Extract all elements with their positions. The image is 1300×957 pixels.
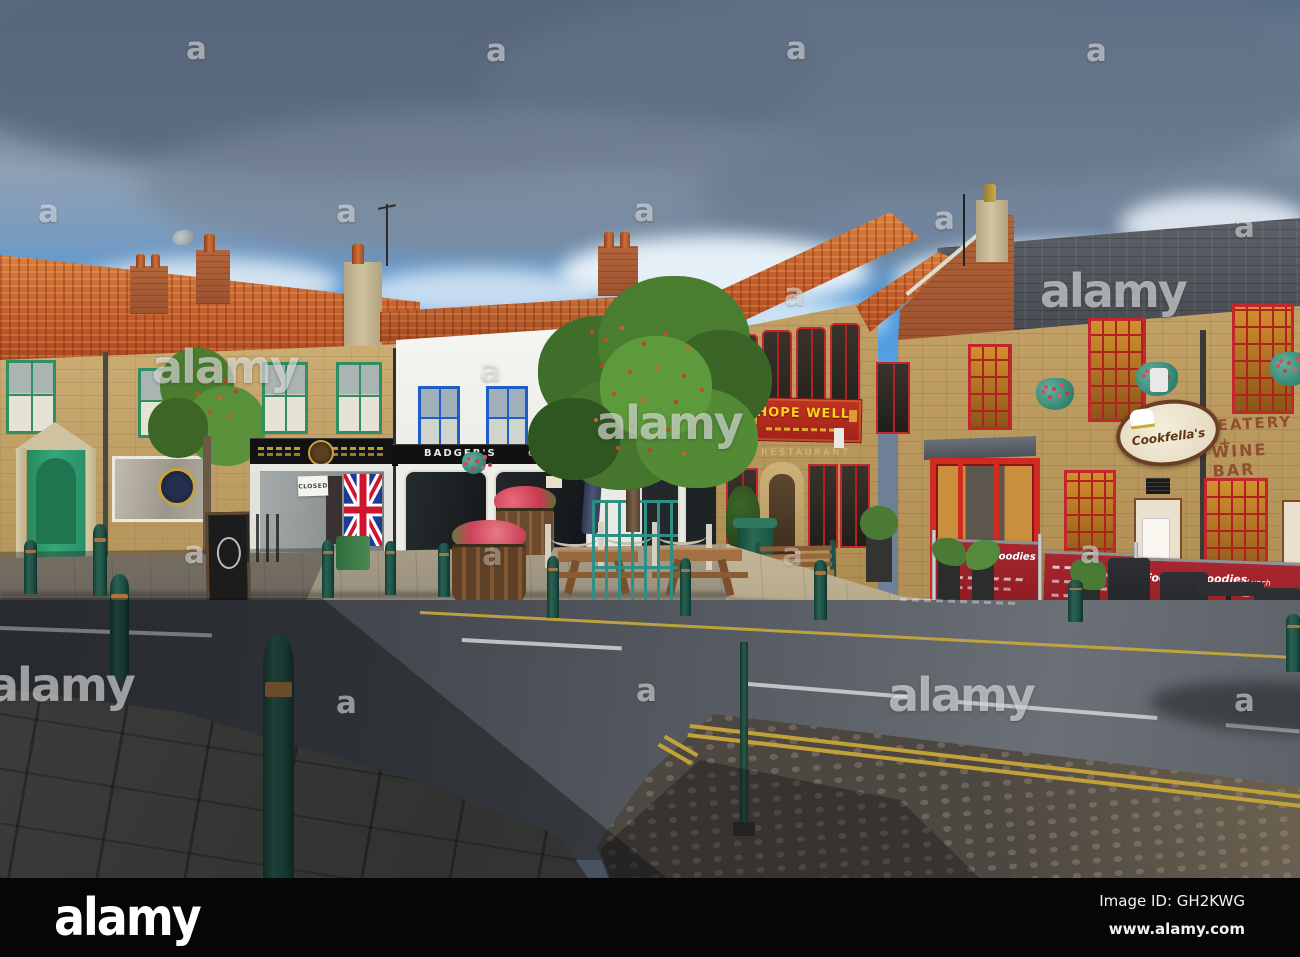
cookfellas-upper-window [968,344,1012,430]
watermark-tile: a [1234,683,1255,719]
watermark-tile: a [336,685,357,721]
bollard [438,543,450,597]
watermark-tile: a [184,535,205,571]
watermark-tile: a [634,193,655,229]
stock-photo-street-scene: CLOSED BADGER'S 678504 HOPE WELL RESTAUR… [0,0,1300,957]
round-brewery-sign [158,468,196,506]
chimney [344,262,382,348]
watermark-tile: a [784,277,805,313]
planter-shrub [860,506,898,540]
cookfellas-upper-window [876,362,910,434]
chimney-pot [352,244,364,264]
watermark-tile: a [1080,535,1101,571]
watermark-tile: a [1234,209,1255,245]
bollard [680,558,691,616]
porch-roof [924,436,1036,460]
closed-sign-text: CLOSED [298,481,328,491]
shop-upper-window [336,362,382,434]
watermark-tile: a [934,201,955,237]
watermark-tile: a [482,537,503,573]
chimney-pot [984,184,996,202]
bollard [322,540,334,598]
footer-url: www.alamy.com [1108,920,1245,938]
shop-round-logo [308,440,334,466]
door-arch-panel [36,458,76,544]
chimney [130,266,168,314]
footer-image-id: Image ID: GH2KWG [1099,892,1245,910]
hanging-basket [462,452,486,474]
shop-window-poster [326,476,342,544]
bollard [93,524,107,596]
closed-sign: CLOSED [297,475,329,497]
aerial-pole [963,194,965,266]
litter-bin-lid [733,518,777,528]
hopewell-sign-subtext [765,427,840,432]
watermark-alamy: alamy [888,668,1036,722]
watermark-tile: a [186,31,207,67]
tree-guard-rail [592,533,678,537]
bollard [1286,614,1300,672]
shop-fascia-text [258,453,302,456]
menu-board-paper [1142,518,1170,562]
watermark-tile: a [480,353,501,389]
watermark-tile: a [336,194,357,230]
tree-berries [590,330,594,334]
chimney [196,250,230,304]
hopewell-ground-window [808,464,838,548]
vent-grille [1146,478,1170,494]
chalk-scribble [216,536,242,570]
shop-fascia-text [258,447,302,450]
cookfellas-oval-text: Cookfella's [1131,425,1206,449]
railings [246,514,286,562]
watermark-alamy: alamy [1040,264,1188,318]
alamy-logo: alamy [54,886,202,948]
chimney-pot [151,254,160,268]
bollard [1068,580,1083,622]
alarm-box [1150,368,1168,392]
wall-sign-small [834,428,844,448]
watermark-tile: a [486,33,507,69]
chef-hat-icon [1128,407,1155,427]
watermark-tile: a [786,31,807,67]
watermark-alamy: alamy [152,340,300,394]
hopewell-frieze-text: RESTAURANT [761,448,851,458]
watermark-alamy: alamy [0,658,136,712]
shop-fascia-text [332,453,386,456]
chimney-pot [604,232,614,248]
watermark-tile: a [782,537,803,573]
watermark-tile: a [636,673,657,709]
watermark-tile: a [38,194,59,230]
chrome-post [1038,534,1042,610]
bollard [385,541,396,595]
chimney-pot [620,232,630,248]
watermark-alamy: alamy [596,396,744,450]
chimney [976,200,1008,262]
badgers-upper-window [418,386,460,450]
bollard [24,540,37,594]
bollard [814,560,827,620]
chimney-pot [136,254,145,268]
planter [938,560,960,600]
hopewell-sign-emblem [848,409,858,423]
cottage-window [6,360,56,434]
cookfellas-wall-letters-2: WINE BAR [1211,439,1268,481]
bollard [547,556,559,618]
badgers-upper-window [486,386,528,450]
shop-fascia-text [332,447,386,450]
hanging-basket [1036,378,1074,410]
badgers-fascia-name: BADGER'S [424,448,497,459]
watermark-tile: a [1086,33,1107,69]
shop-cornice [250,464,394,471]
utility-cabinet [336,536,370,570]
a-board-chalkboard [205,511,251,607]
chimney-pot [204,234,215,252]
tree-guard-rail [592,566,678,570]
footer-bar: alamy Image ID: GH2KWG www.alamy.com [0,878,1300,957]
small-tree-foliage [148,398,208,458]
tv-aerial-icon [386,204,388,266]
